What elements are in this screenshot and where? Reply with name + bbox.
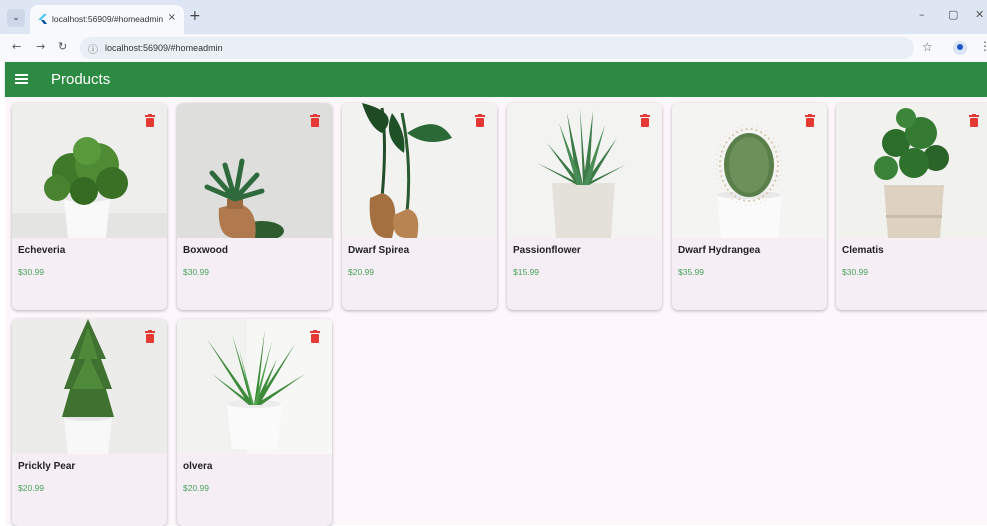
delete-icon[interactable] <box>145 330 155 343</box>
delete-icon[interactable] <box>310 114 320 127</box>
product-card[interactable]: Boxwood $30.99 <box>177 103 332 310</box>
product-card[interactable]: Prickly Pear $20.99 <box>12 319 167 526</box>
product-name: Clematis <box>842 245 884 256</box>
delete-icon[interactable] <box>145 114 155 127</box>
reload-icon[interactable]: ↻ <box>58 40 67 53</box>
product-name: olvera <box>183 461 213 472</box>
product-card[interactable]: Passionflower $15.99 <box>507 103 662 310</box>
product-card[interactable]: Dwarf Spirea $20.99 <box>342 103 497 310</box>
new-tab-button[interactable]: + <box>189 8 201 24</box>
product-image <box>177 319 332 454</box>
delete-icon[interactable] <box>475 114 485 127</box>
product-name: Boxwood <box>183 245 228 256</box>
delete-icon[interactable] <box>640 114 650 127</box>
delete-icon[interactable] <box>969 114 979 127</box>
product-image <box>836 103 987 238</box>
product-card[interactable]: Echeveria $30.99 <box>12 103 167 310</box>
minimize-icon[interactable]: – <box>919 8 925 21</box>
product-price: $30.99 <box>842 267 868 277</box>
maximize-icon[interactable]: ▢ <box>948 8 958 21</box>
flutter-favicon-icon <box>38 14 47 24</box>
product-price: $15.99 <box>513 267 539 277</box>
product-image <box>12 103 167 238</box>
product-name: Prickly Pear <box>18 461 76 472</box>
browser-tab[interactable]: localhost:56909/#homeadmin × <box>30 5 184 34</box>
product-price: $35.99 <box>678 267 704 277</box>
tab-search-button[interactable]: ⌄ <box>7 9 25 27</box>
product-price: $30.99 <box>18 267 44 277</box>
product-name: Echeveria <box>18 245 66 256</box>
product-name: Dwarf Hydrangea <box>678 245 761 256</box>
product-price: $30.99 <box>183 267 209 277</box>
delete-icon[interactable] <box>310 330 320 343</box>
product-image <box>672 103 827 238</box>
product-price: $20.99 <box>348 267 374 277</box>
app-bar: Products <box>5 62 987 97</box>
address-bar[interactable]: ⓘ localhost:56909/#homeadmin <box>80 37 914 59</box>
product-grid: Echeveria $30.99 Boxwood $30.99 Dwarf Sp… <box>5 97 987 526</box>
product-card[interactable]: Clematis $30.99 <box>836 103 987 310</box>
product-price: $20.99 <box>18 483 44 493</box>
product-name: Dwarf Spirea <box>348 245 410 256</box>
back-icon[interactable]: ← <box>12 40 21 53</box>
close-window-icon[interactable]: ✕ <box>975 8 984 21</box>
product-image <box>12 319 167 454</box>
product-image <box>507 103 662 238</box>
url-text[interactable]: localhost:56909/#homeadmin <box>105 43 223 53</box>
hamburger-menu-icon[interactable] <box>15 74 28 84</box>
bookmark-star-icon[interactable]: ☆ <box>922 40 933 54</box>
product-name: Passionflower <box>513 245 581 256</box>
product-price: $20.99 <box>183 483 209 493</box>
product-card[interactable]: Dwarf Hydrangea $35.99 <box>672 103 827 310</box>
browser-tabstrip: ⌄ localhost:56909/#homeadmin × + – ▢ ✕ <box>0 0 987 34</box>
tab-close-icon[interactable]: × <box>168 12 176 23</box>
product-image <box>177 103 332 238</box>
page-title: Products <box>51 71 111 88</box>
forward-icon[interactable]: → <box>36 40 45 53</box>
product-card[interactable]: olvera $20.99 <box>177 319 332 526</box>
site-info-icon[interactable]: ⓘ <box>88 41 98 56</box>
product-image <box>342 103 497 238</box>
browser-menu-icon[interactable]: ⋮ <box>979 39 987 53</box>
profile-avatar-icon[interactable] <box>953 41 967 55</box>
delete-icon[interactable] <box>805 114 815 127</box>
browser-toolbar: ← → ↻ ⓘ localhost:56909/#homeadmin ☆ ⋮ <box>0 34 987 62</box>
tab-title: localhost:56909/#homeadmin <box>52 14 164 24</box>
